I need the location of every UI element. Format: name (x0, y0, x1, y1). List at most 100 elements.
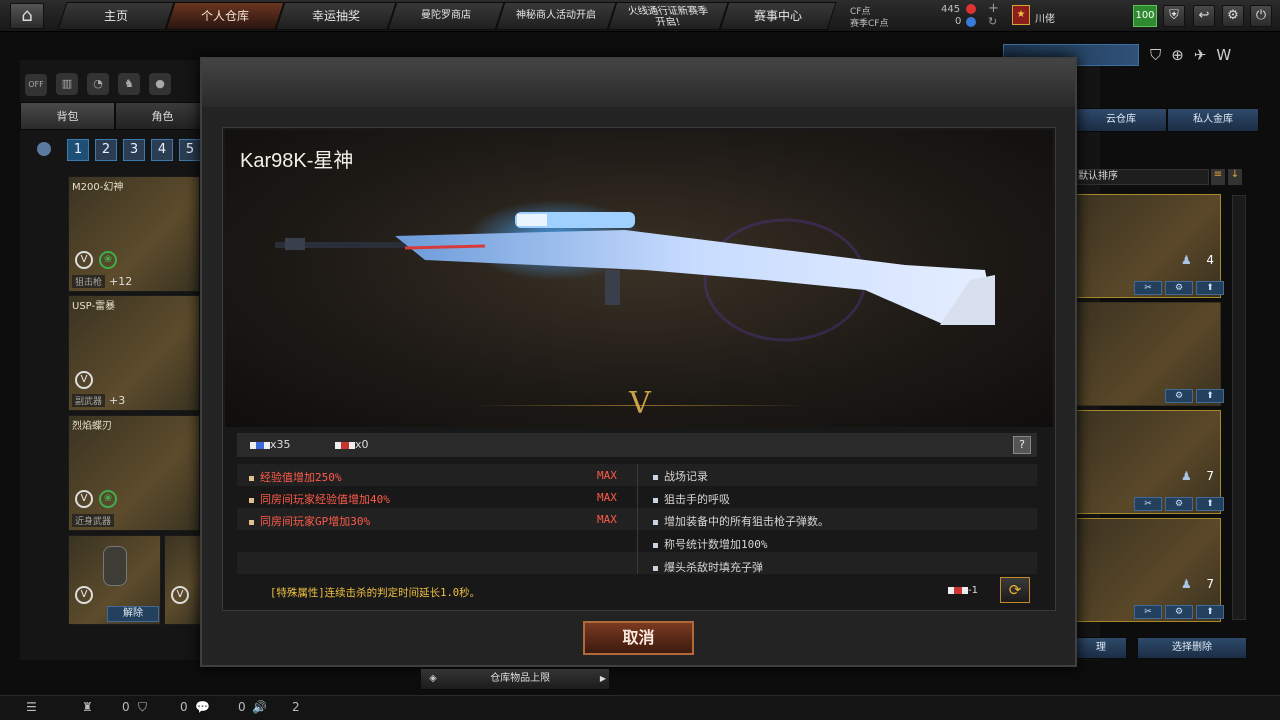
storage-label: 仓库物品上限 (490, 673, 551, 684)
count-3: 0 (238, 700, 246, 714)
user-name: 川佬 (1035, 14, 1055, 25)
tab-character[interactable]: 角色 (115, 102, 210, 130)
item-card[interactable]: ♟ 7 ✂ ⚙ ⬆ (1075, 518, 1224, 622)
scrollbar[interactable] (1232, 195, 1246, 620)
count-4: 2 (292, 700, 300, 714)
storage-limit-bar[interactable]: ◈ 仓库物品上限 ▶ (420, 668, 610, 690)
banner-icons[interactable]: ⛉⊕✈W (1150, 46, 1241, 64)
gear-icon[interactable]: ⚙ (1165, 389, 1193, 403)
item-category: 副武器 (72, 394, 106, 407)
cancel-button[interactable]: 取消 (583, 621, 694, 655)
mod-icon[interactable]: ✂ (1134, 497, 1162, 511)
weapon-name: Kar98K-星神 (240, 150, 354, 172)
nav-battle-pass[interactable]: 火线通行证新赛季 开启! (607, 2, 729, 30)
page-2[interactable]: 2 (95, 139, 117, 161)
gear-icon[interactable]: ⚙ (1165, 497, 1193, 511)
gear-icon[interactable]: ⚙ (1165, 605, 1193, 619)
tab-cloud-warehouse[interactable]: 云仓库 (1075, 108, 1167, 132)
page-5[interactable]: 5 (179, 139, 201, 161)
shield-icon[interactable]: ⛨ (1163, 5, 1185, 27)
right-attr: 狙击手的呼吸 (653, 491, 730, 507)
nav-home[interactable]: 主页 (57, 2, 175, 30)
upgrade-icon[interactable]: ⬆ (1196, 281, 1224, 295)
green-emblem-icon: ❀ (99, 251, 117, 269)
right-attr-text: 战场记录 (664, 470, 708, 483)
reroll-icon[interactable]: ⟳ (1000, 577, 1030, 603)
tab-character-label: 角色 (151, 110, 174, 123)
item-card[interactable]: USP-雷暴 V 副武器 +3 (68, 295, 200, 411)
stat-b-value: x0 (355, 438, 369, 451)
right-attr: 爆头杀敌时填充子弹 (653, 559, 763, 575)
organize-button[interactable]: 理 (1075, 637, 1127, 659)
nav-mystery-merchant[interactable]: 神秘商人活动开启 (495, 2, 617, 30)
nav-personal-warehouse[interactable]: 个人仓库 (165, 2, 285, 30)
speaker-icon[interactable]: 🔊 (252, 700, 267, 714)
grenade-card[interactable]: V (164, 535, 204, 625)
return-icon[interactable]: ↩ (1193, 5, 1215, 27)
left-attr-text: 同房间玩家GP增加30% (260, 515, 371, 528)
inventory-icon (37, 142, 51, 156)
left-attr-text: 同房间玩家经验值增加40% (260, 493, 390, 506)
upgrade-icon[interactable]: ⬆ (1196, 497, 1224, 511)
upgrade-icon[interactable]: ⬆ (1196, 389, 1224, 403)
list-icon[interactable]: ≡ (1211, 169, 1225, 185)
home-icon[interactable]: ⌂ (10, 3, 44, 29)
item-card[interactable]: ♟ 4 ✂ ⚙ ⬆ (1075, 194, 1224, 298)
help-button[interactable]: ? (1013, 436, 1031, 454)
blue-flag-icon (250, 441, 270, 449)
gear-icon[interactable]: ⚙ (1165, 281, 1193, 295)
left-attr: 同房间玩家经验值增加40% (249, 491, 390, 507)
v-badge-icon: V (171, 586, 189, 604)
nav-lucky-label: 幸运抽奖 (311, 9, 360, 23)
nav-event-label: 赛事中心 (753, 9, 802, 23)
page-4[interactable]: 4 (151, 139, 173, 161)
select-delete-button[interactable]: 选择删除 (1137, 637, 1247, 659)
v-emblem-icon: V (629, 386, 651, 421)
item-card[interactable]: M200-幻神 V ❀ 狙击枪 +12 (68, 176, 200, 292)
remove-button[interactable]: 解除 (107, 606, 159, 622)
refresh-cf-icon[interactable]: ↻ (988, 15, 997, 28)
character-icon[interactable]: ♞ (118, 73, 140, 95)
v-badge-icon: V (75, 371, 93, 389)
item-card[interactable]: ⚙ ⬆ (1075, 302, 1224, 406)
item-name: USP-雷暴 (72, 301, 116, 312)
page-1[interactable]: 1 (67, 139, 89, 161)
v-badge-icon: V (75, 586, 93, 604)
sort-desc-icon[interactable]: ↓ (1228, 169, 1242, 185)
tab-backpack[interactable]: 背包 (20, 102, 115, 130)
tab-private-vault[interactable]: 私人金库 (1167, 108, 1259, 132)
item-count: 4 (1206, 253, 1214, 267)
upgrade-icon[interactable]: ⬆ (1196, 605, 1224, 619)
page-3[interactable]: 3 (123, 139, 145, 161)
special-attribute: [特殊属性]连续击杀的判定时间延长1.0秒。 (270, 587, 481, 599)
nav-lucky-draw[interactable]: 幸运抽奖 (275, 2, 397, 30)
nav-mandala-shop[interactable]: 曼陀罗商店 (387, 2, 505, 30)
count-2: 0 (180, 700, 188, 714)
settings-gear-icon[interactable]: ⚙ (1222, 5, 1244, 27)
person-icon: ♟ (1181, 577, 1192, 591)
item-card[interactable]: ♟ 7 ✂ ⚙ ⬆ (1075, 410, 1224, 514)
chat-icon[interactable]: 💬 (195, 700, 210, 714)
nav-pass-line2: 开启! (654, 17, 682, 28)
grenade-card[interactable]: V 解除 (68, 535, 161, 625)
mod-icon[interactable]: ✂ (1134, 605, 1162, 619)
right-attr: 称号统计数增加100% (653, 536, 768, 552)
nav-event-center[interactable]: 赛事中心 (719, 2, 837, 30)
left-attr-text: 经验值增加250% (260, 471, 342, 484)
add-cf-icon[interactable]: + (988, 1, 999, 16)
cf-coin-icon (966, 4, 976, 14)
sort-dropdown[interactable]: 默认排序 (1075, 169, 1209, 185)
grenade-filter-icon[interactable]: ● (149, 73, 171, 95)
menu-icon[interactable]: ☰ (26, 700, 37, 714)
stats-icon[interactable]: ▥ (56, 73, 78, 95)
right-attr-text: 增加装备中的所有狙击枪子弹数。 (664, 515, 829, 528)
mod-icon[interactable]: ✂ (1134, 281, 1162, 295)
right-attr: 战场记录 (653, 468, 708, 484)
item-card[interactable]: 烈焰蝶刃 V ❀ 近身武器 (68, 415, 200, 531)
off-toggle-icon[interactable]: OFF (25, 74, 47, 96)
status-bar (0, 695, 1280, 720)
red-flag-icon (335, 441, 355, 449)
history-icon[interactable]: ◔ (87, 73, 109, 95)
power-icon[interactable]: ⏻ (1250, 5, 1272, 27)
sort-label: 默认排序 (1078, 171, 1118, 182)
